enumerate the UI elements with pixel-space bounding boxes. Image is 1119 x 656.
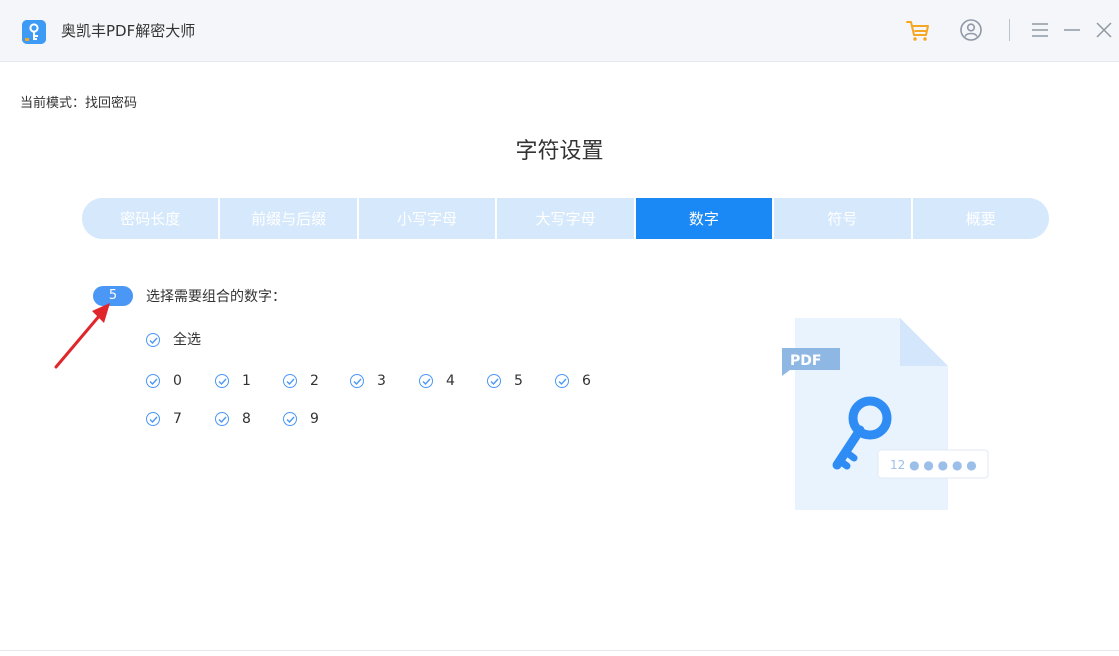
digit-checkbox-3[interactable]: 3 <box>350 372 386 390</box>
password-hint: 12 ● ● ● ● ● <box>890 458 977 472</box>
checkbox-label: 全选 <box>173 332 201 348</box>
checkbox-label: 5 <box>514 373 523 389</box>
digit-checkbox-9[interactable]: 9 <box>283 410 319 428</box>
pdf-key-illustration: PDF 12 ● ● ● ● ● <box>782 318 989 510</box>
tab-digits[interactable]: 数字 <box>635 198 775 239</box>
app-logo-icon <box>22 20 46 44</box>
digit-checkbox-2[interactable]: 2 <box>283 372 319 390</box>
close-icon[interactable] <box>1092 16 1116 44</box>
titlebar-divider <box>1009 19 1010 41</box>
checkbox-label: 2 <box>310 373 319 389</box>
step-instruction: 选择需要组合的数字： <box>146 289 286 305</box>
tab-uppercase[interactable]: 大写字母 <box>497 198 636 239</box>
minimize-icon[interactable] <box>1060 16 1084 44</box>
tab-summary[interactable]: 概要 <box>912 198 1049 239</box>
check-icon <box>215 374 229 388</box>
checkbox-label: 9 <box>310 411 319 427</box>
digit-checkbox-1[interactable]: 1 <box>215 372 251 390</box>
checkbox-label: 1 <box>242 373 251 389</box>
select-all-checkbox[interactable]: 全选 <box>146 331 201 349</box>
digit-checkbox-0[interactable]: 0 <box>146 372 182 390</box>
check-icon <box>215 412 229 426</box>
digit-checkbox-6[interactable]: 6 <box>555 372 591 390</box>
tab-prefix-suffix[interactable]: 前缀与后缀 <box>220 198 359 239</box>
check-icon <box>283 412 297 426</box>
check-icon <box>146 374 160 388</box>
check-icon <box>146 333 160 347</box>
checkbox-label: 8 <box>242 411 251 427</box>
app-title: 奥凯丰PDF解密大师 <box>61 22 196 40</box>
check-icon <box>350 374 364 388</box>
digit-checkbox-5[interactable]: 5 <box>487 372 523 390</box>
check-icon <box>419 374 433 388</box>
tab-password-length[interactable]: 密码长度 <box>82 198 221 239</box>
bottom-divider <box>0 650 1119 651</box>
checkbox-label: 6 <box>582 373 591 389</box>
digit-checkbox-8[interactable]: 8 <box>215 410 251 428</box>
page-title: 字符设置 <box>515 139 604 164</box>
user-icon[interactable] <box>957 16 985 44</box>
check-icon <box>487 374 501 388</box>
checkbox-label: 4 <box>446 373 455 389</box>
check-icon <box>146 412 160 426</box>
tab-symbols[interactable]: 符号 <box>774 198 913 239</box>
checkbox-label: 3 <box>377 373 386 389</box>
tab-lowercase[interactable]: 小写字母 <box>358 198 498 239</box>
checkbox-label: 0 <box>173 373 182 389</box>
menu-icon[interactable] <box>1028 16 1052 44</box>
app-window: 奥凯丰PDF解密大师 当前模式：找回密码 字符设置 密码长度 前缀与后缀 小写字… <box>0 0 1119 656</box>
mode-label: 当前模式：找回密码 <box>20 96 138 111</box>
title-bar: 奥凯丰PDF解密大师 <box>0 0 1119 62</box>
check-icon <box>283 374 297 388</box>
check-icon <box>555 374 569 388</box>
cart-icon[interactable] <box>904 16 932 44</box>
annotation-arrow <box>54 303 110 369</box>
pdf-tag-label: PDF <box>790 353 821 369</box>
step-tabs: 密码长度 前缀与后缀 小写字母 大写字母 数字 符号 概要 <box>82 198 1049 239</box>
checkbox-label: 7 <box>173 411 182 427</box>
digit-checkbox-4[interactable]: 4 <box>419 372 455 390</box>
digit-checkbox-7[interactable]: 7 <box>146 410 182 428</box>
